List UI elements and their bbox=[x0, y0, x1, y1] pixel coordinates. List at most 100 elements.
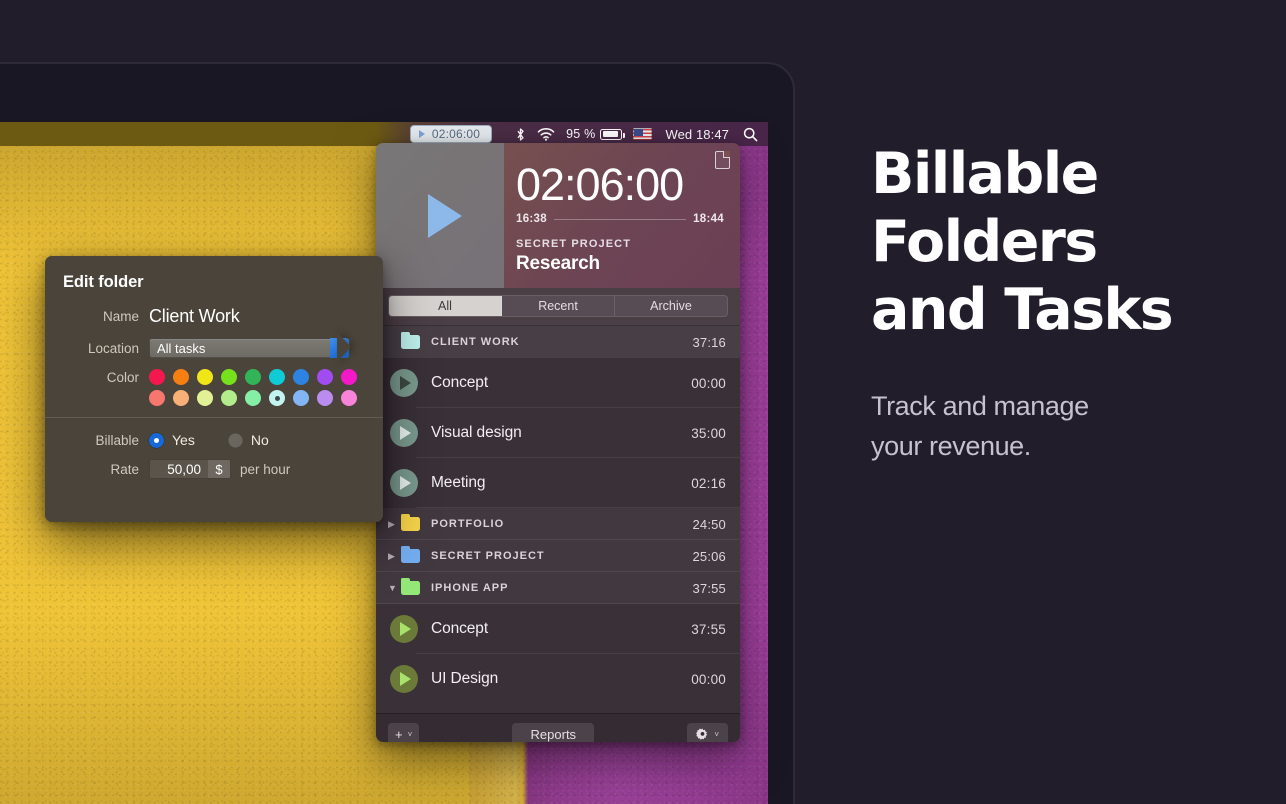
window-footer: + ˅ Reports ˅ bbox=[376, 713, 740, 742]
task-row-meeting[interactable]: Meeting 02:16 bbox=[376, 458, 740, 508]
plus-icon: + bbox=[395, 726, 403, 742]
color-swatch[interactable] bbox=[173, 390, 189, 406]
settings-button[interactable]: ˅ bbox=[687, 723, 728, 742]
task-play-button[interactable] bbox=[390, 469, 418, 497]
folder-row-client-work[interactable]: CLIENT WORK 37:16 bbox=[376, 326, 740, 358]
color-swatch[interactable] bbox=[197, 390, 213, 406]
headline: Billable Folders and Tasks bbox=[871, 140, 1261, 344]
timer-range-line bbox=[553, 218, 687, 220]
name-label: Name bbox=[102, 309, 139, 324]
folder-row-secret-project[interactable]: ▶ SECRET PROJECT 25:06 bbox=[376, 540, 740, 572]
color-swatch[interactable] bbox=[221, 390, 237, 406]
menubar-timer-widget[interactable]: 02:06:00 bbox=[409, 125, 493, 143]
color-swatch[interactable] bbox=[149, 369, 165, 385]
timer-info: 02:06:00 16:38 18:44 SECRET PROJECT Rese… bbox=[504, 143, 740, 288]
color-swatch-selected[interactable] bbox=[269, 390, 285, 406]
folder-name: PORTFOLIO bbox=[431, 518, 505, 530]
task-play-button[interactable] bbox=[390, 419, 418, 447]
task-row-concept-1[interactable]: Concept 00:00 bbox=[376, 358, 740, 408]
folder-icon bbox=[401, 514, 420, 531]
battery-status[interactable]: 95 % bbox=[566, 127, 625, 141]
color-swatch[interactable] bbox=[197, 369, 213, 385]
chevron-down-icon: ˅ bbox=[714, 729, 719, 739]
color-swatch[interactable] bbox=[293, 390, 309, 406]
add-button[interactable]: + ˅ bbox=[388, 723, 420, 742]
timer-elapsed: 02:06:00 bbox=[516, 159, 684, 210]
disclosure-triangle-icon[interactable]: ▶ bbox=[388, 551, 401, 561]
color-swatch[interactable] bbox=[341, 390, 357, 406]
task-row-visual-design[interactable]: Visual design 35:00 bbox=[376, 408, 740, 458]
folder-time: 25:06 bbox=[692, 548, 726, 564]
task-play-button[interactable] bbox=[390, 665, 418, 693]
folder-time: 37:16 bbox=[692, 334, 726, 350]
folder-icon bbox=[401, 332, 420, 349]
task-time: 35:00 bbox=[691, 425, 726, 441]
reports-button[interactable]: Reports bbox=[512, 723, 595, 742]
subheadline: Track and manage your revenue. bbox=[871, 386, 1261, 466]
task-list[interactable]: CLIENT WORK 37:16 Concept 00:00 Visual d… bbox=[376, 326, 740, 713]
play-icon bbox=[428, 193, 462, 238]
task-row-ui-design[interactable]: UI Design 00:00 bbox=[376, 654, 740, 704]
task-row-concept-2[interactable]: Concept 37:55 bbox=[376, 604, 740, 654]
folder-name: IPHONE APP bbox=[431, 582, 509, 594]
menubar-clock[interactable]: Wed 18:47 bbox=[665, 127, 729, 142]
billable-no-option[interactable]: No bbox=[227, 432, 269, 448]
location-select[interactable]: All tasks bbox=[149, 338, 350, 358]
page-root: 02:06:00 95 % Wed 18:47 02:06:00 16:38 1… bbox=[0, 0, 1286, 804]
task-time: 00:00 bbox=[691, 375, 726, 391]
disclosure-triangle-icon[interactable]: ▼ bbox=[388, 583, 401, 593]
field-billable: Billable Yes No bbox=[45, 432, 383, 448]
color-swatch[interactable] bbox=[293, 369, 309, 385]
color-swatch[interactable] bbox=[221, 369, 237, 385]
field-name: Name Client Work bbox=[45, 306, 383, 327]
subheadline-line-2: your revenue. bbox=[871, 431, 1031, 461]
currency-symbol[interactable]: $ bbox=[208, 460, 230, 478]
input-language-flag[interactable] bbox=[633, 128, 653, 140]
folder-row-iphone-app[interactable]: ▼ IPHONE APP 37:55 bbox=[376, 572, 740, 604]
tab-archive[interactable]: Archive bbox=[615, 296, 727, 316]
billable-yes-option[interactable]: Yes bbox=[149, 432, 195, 448]
task-name: UI Design bbox=[431, 670, 499, 687]
popover-billing-section: Billable Yes No Rate 50,00 $ per hour bbox=[45, 418, 383, 479]
folder-row-portfolio[interactable]: ▶ PORTFOLIO 24:50 bbox=[376, 508, 740, 540]
color-swatch[interactable] bbox=[269, 369, 285, 385]
color-label: Color bbox=[106, 370, 139, 385]
folder-name: CLIENT WORK bbox=[431, 336, 520, 348]
timer-app-window: 02:06:00 16:38 18:44 SECRET PROJECT Rese… bbox=[376, 143, 740, 742]
rate-suffix-label: per hour bbox=[240, 461, 291, 477]
popover-fields: Name Client Work Location All tasks Colo… bbox=[45, 292, 383, 406]
color-swatch[interactable] bbox=[317, 390, 333, 406]
filter-tabs-container: All Recent Archive bbox=[376, 288, 740, 326]
document-icon[interactable] bbox=[715, 151, 730, 169]
rate-input[interactable]: 50,00 $ bbox=[149, 459, 231, 479]
task-time: 02:16 bbox=[691, 475, 726, 491]
radio-unselected-icon bbox=[227, 432, 243, 448]
color-swatch[interactable] bbox=[317, 369, 333, 385]
color-swatch[interactable] bbox=[245, 390, 261, 406]
rate-label: Rate bbox=[110, 461, 139, 477]
task-time: 00:00 bbox=[691, 671, 726, 687]
color-swatch[interactable] bbox=[173, 369, 189, 385]
popover-title: Edit folder bbox=[63, 273, 144, 291]
task-play-button[interactable] bbox=[390, 369, 418, 397]
spotlight-search-icon[interactable] bbox=[743, 127, 758, 142]
task-play-button[interactable] bbox=[390, 615, 418, 643]
disclosure-triangle-icon[interactable]: ▶ bbox=[388, 519, 401, 529]
bluetooth-icon[interactable] bbox=[515, 127, 526, 142]
timer-play-button[interactable] bbox=[376, 143, 504, 288]
gear-icon bbox=[696, 727, 709, 741]
billable-yes-label: Yes bbox=[172, 432, 195, 448]
rate-value: 50,00 bbox=[167, 461, 201, 477]
timer-task-name: Research bbox=[516, 253, 600, 274]
color-swatch-grid bbox=[149, 369, 357, 406]
tab-all[interactable]: All bbox=[389, 296, 502, 316]
us-flag-icon bbox=[633, 128, 653, 140]
marketing-copy: Billable Folders and Tasks Track and man… bbox=[871, 140, 1261, 466]
color-swatch[interactable] bbox=[149, 390, 165, 406]
color-swatch[interactable] bbox=[245, 369, 261, 385]
tab-recent[interactable]: Recent bbox=[502, 296, 615, 316]
wifi-icon[interactable] bbox=[537, 127, 555, 141]
color-swatch[interactable] bbox=[341, 369, 357, 385]
task-name: Concept bbox=[431, 374, 489, 391]
name-input[interactable]: Client Work bbox=[149, 306, 240, 327]
